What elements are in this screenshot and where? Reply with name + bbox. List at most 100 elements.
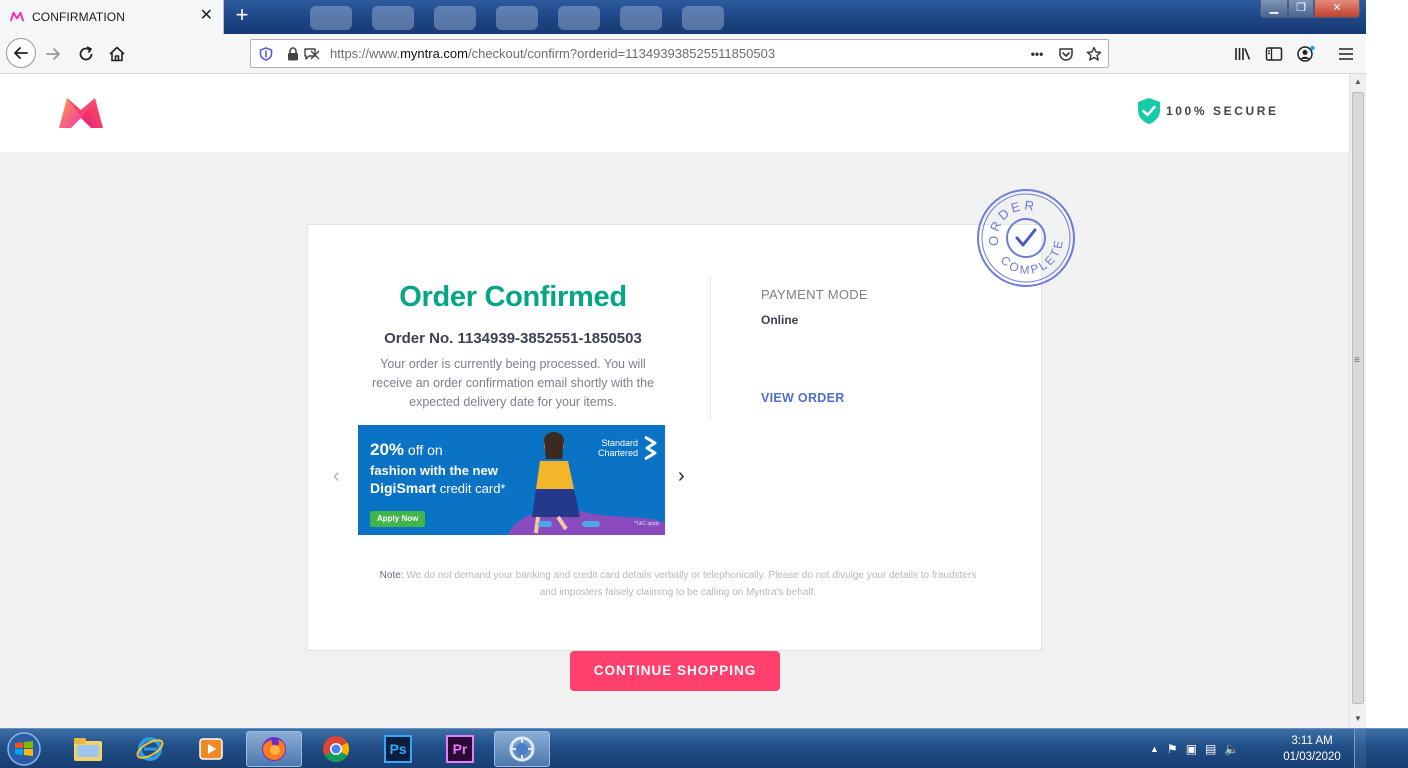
tracking-shield-icon[interactable]	[257, 45, 275, 63]
arrow-right-icon	[46, 48, 60, 60]
payment-mode-value: Online	[761, 313, 799, 327]
order-confirmation-card: Order Confirmed Order No. 1134939-385255…	[307, 224, 1042, 651]
taskbar-premiere[interactable]: Pr	[432, 731, 488, 767]
account-button[interactable]	[1294, 42, 1318, 66]
shield-check-icon	[1138, 98, 1160, 124]
bank-name-line2: Chartered	[598, 448, 639, 458]
forward-button[interactable]	[41, 42, 65, 66]
order-number: Order No. 1134939-3852551-1850503	[384, 330, 642, 347]
url-text[interactable]: https://www.myntra.com/checkout/confirm?…	[330, 46, 775, 61]
bookmark-star-icon[interactable]	[1085, 45, 1103, 63]
desktop-icon	[372, 6, 414, 30]
lock-icon[interactable]	[284, 45, 302, 63]
order-complete-stamp: ORDER COMPLETE	[976, 189, 1075, 288]
taskbar-file-explorer[interactable]	[60, 731, 116, 767]
system-tray: ▲ ⚑ ▣ ▤ 🔈	[1150, 729, 1239, 768]
browser-tab[interactable]: CONFIRMATION ✕	[0, 0, 224, 34]
order-description: Your order is currently being processed.…	[371, 357, 655, 409]
banner-percent: 20%	[370, 440, 405, 459]
taskbar-media-player[interactable]	[183, 731, 239, 767]
photoshop-icon: Ps	[384, 735, 412, 763]
close-window-button[interactable]: ✕	[1314, 0, 1360, 18]
banner-off-on: off on	[404, 442, 443, 458]
url-bar[interactable]: https://www.myntra.com/checkout/confirm?…	[250, 39, 1109, 68]
permissions-icon[interactable]	[303, 45, 321, 63]
library-icon	[1235, 48, 1251, 60]
banner-digismart: DigiSmart	[370, 480, 437, 496]
arrow-left-icon	[14, 47, 28, 59]
tab-title: CONFIRMATION	[32, 10, 125, 24]
secure-badge: 100% SECURE	[1136, 97, 1279, 125]
taskbar-firefox[interactable]	[246, 731, 302, 767]
page-actions-icon[interactable]: •••	[1028, 45, 1046, 63]
tray-expand-icon[interactable]: ▲	[1150, 744, 1159, 754]
page-scrollbar[interactable]: ▲ ≡ ▼	[1349, 74, 1366, 728]
browser-titlebar: CONFIRMATION ✕ + ▁ ❐ ✕	[0, 0, 1366, 34]
home-button[interactable]	[105, 42, 129, 66]
desktop-icon	[496, 6, 538, 30]
show-desktop-button[interactable]	[1354, 729, 1366, 768]
payment-mode-label: PAYMENT MODE	[761, 287, 868, 302]
banner-card-name: DigiSmart credit card*	[370, 480, 506, 496]
scroll-down-icon[interactable]: ▼	[1354, 714, 1362, 723]
window-controls: ▁ ❐ ✕	[1260, 0, 1360, 18]
taskbar-internet-explorer[interactable]	[122, 731, 178, 767]
banner-model-image	[508, 432, 665, 535]
myntra-logo[interactable]	[57, 96, 105, 130]
folder-icon	[74, 738, 102, 761]
scroll-thumb[interactable]	[1352, 92, 1364, 704]
library-button[interactable]	[1231, 42, 1255, 66]
bank-mark-icon	[644, 435, 657, 461]
site-header: 100% SECURE	[0, 74, 1349, 152]
taskbar-network-app[interactable]	[494, 731, 550, 767]
view-order-link[interactable]: VIEW ORDER	[761, 391, 845, 405]
standard-chartered-logo: Standard Chartered	[598, 438, 638, 458]
windows-taskbar: Ps Pr ▲ ⚑ ▣ ▤ 🔈 3:11 AM 01/03/2020	[0, 728, 1408, 768]
url-path: /checkout/confirm?orderid=11349393852551…	[467, 46, 776, 61]
apply-now-button[interactable]: Apply Now	[370, 511, 426, 527]
carousel-next-icon[interactable]: ›	[678, 465, 685, 488]
sidebar-toggle-button[interactable]	[1262, 42, 1286, 66]
desktop-icon	[434, 6, 476, 30]
desktop-icon	[620, 6, 662, 30]
volume-icon[interactable]: 🔈	[1224, 742, 1239, 756]
reload-button[interactable]	[74, 42, 98, 66]
scroll-grip-icon: ≡	[1354, 355, 1360, 366]
promo-banner[interactable]: 20% off on fashion with the new DigiSmar…	[358, 425, 665, 535]
url-prefix: https://www.	[330, 46, 401, 61]
carousel-prev-icon[interactable]: ‹	[333, 465, 340, 488]
new-tab-button[interactable]: +	[230, 4, 254, 28]
device-icon[interactable]: ▣	[1186, 742, 1197, 756]
restore-button[interactable]: ❐	[1288, 0, 1314, 18]
pocket-icon[interactable]	[1057, 45, 1075, 63]
back-button[interactable]	[6, 38, 36, 68]
order-confirmed-heading: Order Confirmed	[399, 281, 627, 313]
network-app-icon	[509, 736, 535, 762]
taskbar-photoshop[interactable]: Ps	[370, 731, 426, 767]
continue-shopping-button[interactable]: CONTINUE SHOPPING	[570, 651, 780, 691]
home-icon	[109, 46, 125, 62]
fraud-note: Note: We do not demand your banking and …	[378, 567, 978, 601]
note-label: Note:	[379, 570, 404, 581]
tab-close-icon[interactable]: ✕	[200, 8, 213, 24]
myntra-favicon-icon	[10, 11, 24, 22]
action-center-flag-icon[interactable]: ⚑	[1167, 742, 1178, 756]
url-domain: myntra.com	[400, 46, 468, 61]
banner-credit-card: credit card*	[436, 481, 506, 496]
taskbar-clock[interactable]: 3:11 AM 01/03/2020	[1275, 733, 1349, 765]
desktop-icon	[682, 6, 724, 30]
order-summary: Order Confirmed Order No. 1134939-385255…	[348, 281, 678, 412]
menu-button[interactable]	[1334, 42, 1358, 66]
network-icon[interactable]: ▤	[1205, 742, 1216, 756]
desktop-icons-behind	[310, 6, 724, 30]
taskbar-chrome[interactable]	[308, 731, 364, 767]
note-text: We do not demand your banking and credit…	[403, 570, 977, 598]
sidebar-icon	[1265, 47, 1283, 61]
minimize-button[interactable]: ▁	[1260, 0, 1288, 18]
windows-start-button[interactable]	[4, 731, 44, 767]
internet-explorer-icon	[136, 737, 164, 761]
desktop-edge	[1366, 0, 1408, 728]
browser-navbar: https://www.myntra.com/checkout/confirm?…	[0, 34, 1366, 74]
scroll-up-icon[interactable]: ▲	[1354, 77, 1362, 86]
bank-name-line1: Standard	[601, 438, 639, 448]
